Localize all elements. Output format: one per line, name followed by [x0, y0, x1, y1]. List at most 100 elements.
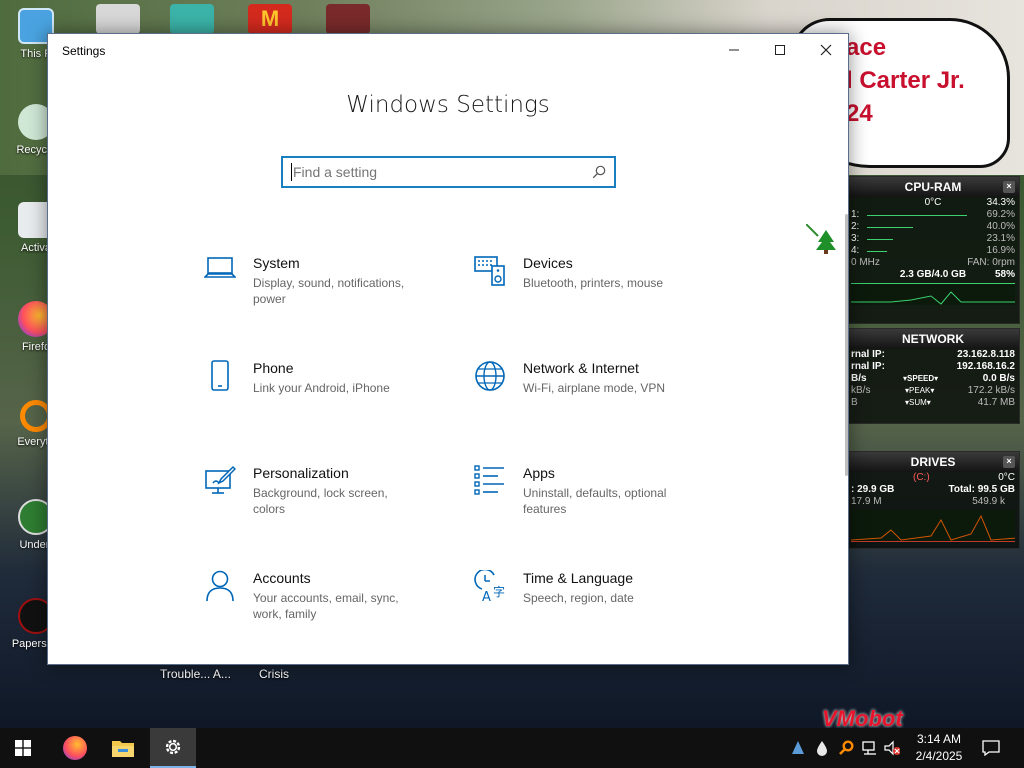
internal-ip-label: rnal IP: [851, 361, 885, 372]
core-label: 2: [851, 221, 860, 232]
category-description: Bluetooth, printers, mouse [523, 276, 664, 290]
svg-text:A: A [482, 590, 491, 602]
category-accounts[interactable]: Accounts Your accounts, email, sync, wor… [203, 570, 453, 640]
category-title: Time & Language [523, 570, 633, 586]
cpu-ram-gadget[interactable]: CPU-RAM × 0°C 34.3% 1: 69.2% 2: 40.0% 3: 23.… [846, 176, 1020, 324]
window-title: Settings [62, 44, 106, 58]
gear-icon [165, 739, 181, 755]
cpu-graph-line [851, 291, 1015, 305]
globe-icon [473, 360, 507, 394]
droplet-icon [817, 741, 827, 756]
cpu-fan: FAN: 0rpm [967, 257, 1015, 268]
cpu-total: 34.3% [986, 197, 1015, 208]
category-personalization[interactable]: Personalization Background, lock screen,… [203, 465, 453, 535]
category-title: Accounts [253, 570, 311, 586]
laptop-icon [203, 255, 237, 289]
speed-up: 0.0 B/s [982, 373, 1015, 384]
desktop-tile-2[interactable] [170, 4, 214, 34]
svg-text:字: 字 [493, 584, 505, 599]
taskbar: 3:14 AM 2/4/2025 [0, 728, 1024, 768]
tray-droplet[interactable] [814, 738, 830, 758]
category-description: Speech, region, date [523, 591, 634, 605]
category-network-internet[interactable]: Network & Internet Wi-Fi, airplane mode,… [473, 360, 723, 430]
search-icon[interactable] [592, 165, 606, 179]
close-icon [820, 44, 832, 56]
bubble-text-line-1: ace [846, 34, 887, 61]
action-center-button[interactable] [970, 728, 1012, 768]
start-button[interactable] [0, 728, 46, 768]
category-title: Network & Internet [523, 360, 639, 376]
network-title: NETWORK [847, 329, 1019, 349]
core-value: 69.2% [986, 209, 1015, 220]
notification-icon [982, 740, 1000, 756]
maximize-button[interactable] [757, 34, 803, 66]
title-bar[interactable]: Settings [48, 34, 848, 66]
search-input[interactable] [291, 163, 581, 181]
desktop-tile-4[interactable] [326, 4, 370, 34]
magnifier-icon [839, 740, 854, 755]
drive-activity-line [851, 514, 1015, 541]
minimize-button[interactable] [711, 34, 757, 66]
mcdonalds-logo-icon: M [260, 6, 280, 31]
tray-volume[interactable] [884, 738, 900, 758]
search-box[interactable] [281, 156, 616, 188]
tray-app-icon[interactable] [790, 738, 806, 758]
close-icon[interactable]: × [1003, 456, 1015, 468]
network-icon [862, 741, 876, 755]
drive-write: 549.9 k [972, 496, 1005, 507]
category-description: Background, lock screen, colors [253, 486, 388, 516]
network-gadget[interactable]: NETWORK rnal IP: 23.162.8.118 rnal IP: 192… [846, 328, 1020, 424]
phone-icon [203, 360, 237, 394]
clock-date: 2/4/2025 [915, 749, 963, 763]
taskbar-file-explorer[interactable] [100, 728, 146, 768]
desktop-tile-mcdonalds[interactable]: M [248, 4, 292, 34]
cpu-frequency: 0 MHz [851, 257, 880, 268]
core-label: 4: [851, 245, 860, 256]
peak-down: kB/s [851, 385, 871, 396]
category-title: Apps [523, 465, 555, 481]
cpu-graph [851, 283, 1015, 305]
taskbar-firefox[interactable] [52, 728, 98, 768]
drive-letter: (C:) [913, 472, 930, 483]
sum-down: B [851, 397, 858, 408]
desktop-label-crisis[interactable]: Crisis [259, 667, 289, 681]
cpu-ram-title: CPU-RAM × [847, 177, 1019, 197]
desktop-label-trouble[interactable]: Trouble... A... [160, 667, 231, 681]
paint-brush-icon [203, 465, 237, 499]
category-title: Devices [523, 255, 573, 271]
christmas-tree-icon [806, 224, 836, 254]
taskbar-settings[interactable] [150, 728, 196, 768]
category-apps[interactable]: Apps Uninstall, defaults, optional featu… [473, 465, 723, 535]
apps-list-icon [473, 465, 507, 499]
core-value: 23.1% [986, 233, 1015, 244]
time-language-icon: A字 [473, 570, 507, 604]
tray-search-everything[interactable] [838, 738, 854, 758]
peak-label: ▾PEAK▾ [905, 386, 935, 395]
drive-read: 17.9 M [851, 496, 882, 507]
ram-usage: 2.3 GB/4.0 GB [899, 269, 967, 280]
category-phone[interactable]: Phone Link your Android, iPhone [203, 360, 453, 430]
drive-activity-graph [851, 510, 1015, 542]
sum-up: 41.7 MB [977, 397, 1015, 408]
category-title: Personalization [253, 465, 349, 481]
taskbar-clock[interactable]: 3:14 AM 2/4/2025 [900, 731, 978, 765]
category-time-language[interactable]: A字 Time & Language Speech, region, date [473, 570, 723, 640]
desktop-tile-1[interactable] [96, 4, 140, 34]
category-description: Your accounts, email, sync, work, family [253, 591, 399, 621]
speed-label: ▾SPEED▾ [903, 374, 939, 383]
internal-ip-value: 192.168.16.2 [956, 361, 1015, 372]
tray-network[interactable] [862, 738, 878, 758]
close-button[interactable] [803, 34, 849, 66]
folder-icon [112, 741, 134, 757]
page-title: Windows Settings [346, 92, 550, 118]
clock-time: 3:14 AM [916, 732, 962, 746]
close-icon[interactable]: × [1003, 181, 1015, 193]
category-devices[interactable]: Devices Bluetooth, printers, mouse [473, 255, 723, 325]
category-system[interactable]: System Display, sound, notifications, po… [203, 255, 453, 325]
scrollbar[interactable] [845, 214, 848, 476]
keyboard-speaker-icon [473, 255, 507, 289]
drives-gadget[interactable]: DRIVES × (C:) 0°C : 29.9 GB Total: 99.5 GB… [846, 451, 1020, 549]
settings-window[interactable]: Settings Windows Settings System Display… [47, 33, 849, 665]
external-ip-label: rnal IP: [851, 349, 885, 360]
bubble-text-line-3: 24 [846, 100, 873, 127]
